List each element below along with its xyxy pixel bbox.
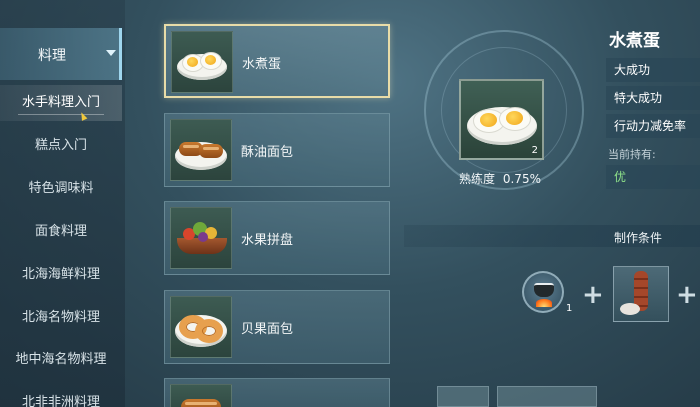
recipe-card[interactable]: 贝果面包	[164, 290, 390, 364]
proficiency-readout: 熟练度 0.75%	[440, 170, 560, 187]
holding-label: 当前持有:	[608, 148, 656, 161]
proficiency-label: 熟练度	[459, 172, 496, 186]
proficiency-value: 0.75%	[502, 172, 541, 186]
recipe-name: 水煮蛋	[242, 57, 282, 72]
boiled-egg-icon	[171, 31, 233, 93]
category-sidebar: 料理 水手料理入门 糕点入门 特色调味料 面食料理 北海海鲜料理 北海名物料理 …	[0, 0, 125, 407]
recipe-card[interactable]: 水煮蛋	[164, 24, 390, 98]
chevron-down-icon	[106, 50, 116, 56]
recipe-card[interactable]	[164, 378, 390, 407]
dish-title: 水煮蛋	[609, 31, 660, 51]
outcome-great-success: 大成功	[606, 58, 700, 82]
recipe-name: 水果拼盘	[241, 233, 294, 248]
boiled-egg-icon	[461, 81, 542, 158]
conditions-label: 制作条件	[614, 231, 663, 245]
sidebar-item-north-sea-seafood[interactable]: 北海海鲜料理	[0, 257, 122, 293]
tool-count: 1	[566, 303, 573, 314]
outcome-huge-success: 特大成功	[606, 86, 700, 110]
holding-value: 优	[606, 165, 700, 189]
bottom-action-button[interactable]	[437, 386, 489, 407]
sidebar-item-north-africa[interactable]: 北非非洲料理	[0, 385, 122, 407]
sidebar-item-north-sea-specialty[interactable]: 北海名物料理	[0, 300, 122, 336]
recipe-card[interactable]: 水果拼盘	[164, 201, 390, 275]
cooking-pot-icon[interactable]	[522, 271, 564, 313]
bottom-action-button[interactable]	[497, 386, 597, 407]
dish-quantity: 2	[531, 145, 538, 156]
recipe-name: 酥油面包	[241, 145, 294, 160]
butter-bread-icon	[170, 119, 232, 181]
plus-icon: +	[582, 280, 604, 310]
fruit-platter-icon	[170, 207, 232, 269]
plus-icon: +	[676, 280, 698, 310]
sausage-meat-icon[interactable]	[613, 266, 669, 322]
outcome-action-reduction: 行动力减免率	[606, 114, 700, 138]
dish-icon	[170, 384, 232, 407]
category-header[interactable]: 料理	[0, 28, 122, 80]
selected-dish-card: 2	[459, 79, 544, 160]
sidebar-item-noodles[interactable]: 面食料理	[0, 214, 122, 250]
sidebar-item-pastry[interactable]: 糕点入门	[0, 128, 122, 164]
category-header-label: 料理	[38, 48, 66, 64]
bagel-icon	[170, 296, 232, 358]
recipe-card[interactable]: 酥油面包	[164, 113, 390, 187]
recipe-name: 贝果面包	[241, 322, 294, 337]
sidebar-item-mediterranean[interactable]: 地中海名物料理	[0, 342, 122, 378]
sidebar-item-seasoning[interactable]: 特色调味料	[0, 171, 122, 207]
sidebar-item-sailor-cooking[interactable]: 水手料理入门	[0, 85, 122, 121]
